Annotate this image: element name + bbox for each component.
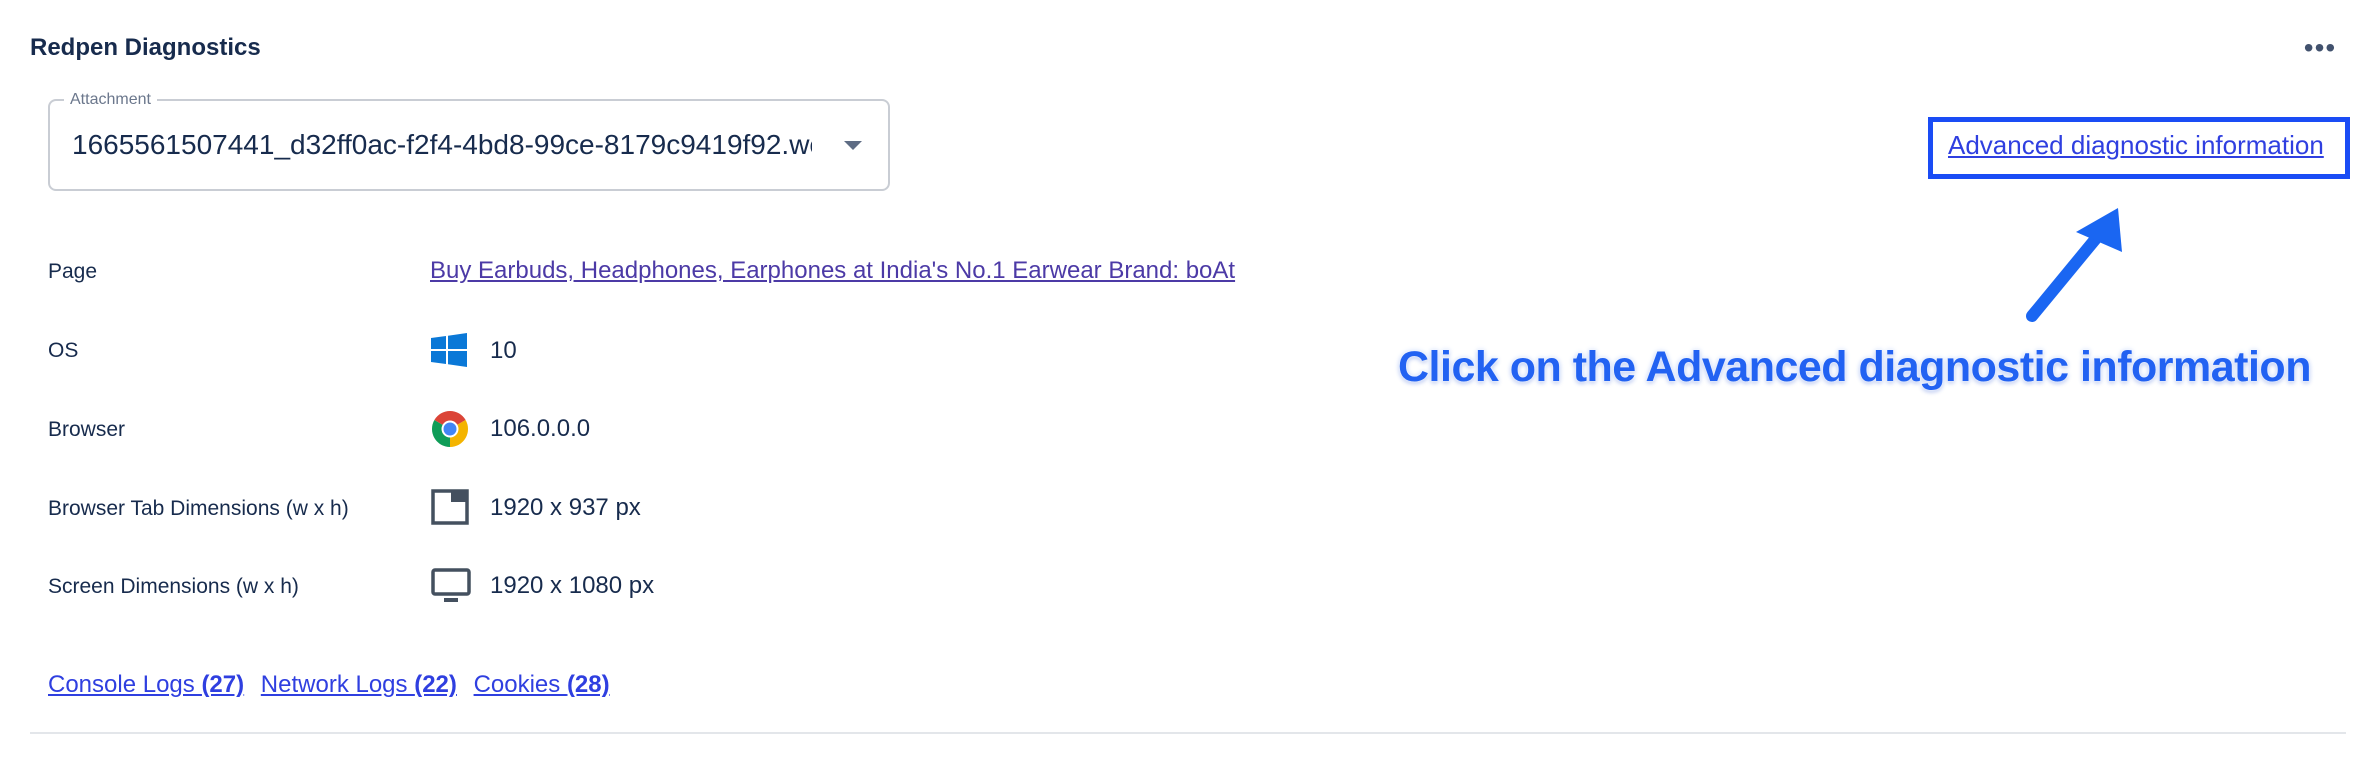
- attachment-select[interactable]: Attachment 1665561507441_d32ff0ac-f2f4-4…: [48, 90, 890, 191]
- attachment-label: Attachment: [64, 90, 157, 110]
- os-label: OS: [48, 339, 79, 362]
- monitor-icon: [431, 568, 471, 602]
- screen-dimensions-label: Screen Dimensions (w x h): [48, 575, 299, 598]
- tab-dimensions-label: Browser Tab Dimensions (w x h): [48, 497, 349, 520]
- browser-value: 106.0.0.0: [490, 415, 591, 442]
- windows-icon: [431, 333, 467, 367]
- console-logs-count: (27): [201, 671, 245, 698]
- network-logs-link[interactable]: Network Logs (22): [261, 671, 457, 698]
- page-label: Page: [48, 260, 98, 283]
- page-link[interactable]: Buy Earbuds, Headphones, Earphones at In…: [430, 257, 1235, 285]
- cookies-link[interactable]: Cookies (28): [474, 671, 610, 698]
- console-logs-link[interactable]: Console Logs (27): [48, 671, 244, 698]
- os-value: 10: [490, 337, 517, 364]
- chrome-icon: [431, 411, 469, 447]
- advanced-diagnostic-link[interactable]: Advanced diagnostic information: [1948, 130, 2324, 161]
- network-logs-count: (22): [414, 671, 457, 698]
- console-logs-label: Console Logs: [48, 671, 202, 698]
- more-options-button[interactable]: •••: [2300, 28, 2340, 68]
- tab-dimensions-value: 1920 x 937 px: [490, 494, 641, 521]
- browser-label: Browser: [48, 418, 126, 441]
- cookies-count: (28): [566, 671, 610, 698]
- diagnostics-panel: Redpen Diagnostics ••• Attachment 166556…: [0, 0, 2380, 784]
- panel-title: Redpen Diagnostics: [30, 34, 261, 61]
- logs-links: Console Logs (27) Network Logs (22) Cook…: [48, 671, 620, 699]
- chevron-down-icon[interactable]: [844, 141, 862, 150]
- divider: [30, 732, 2346, 734]
- attachment-value: 1665561507441_d32ff0ac-f2f4-4bd8-99ce-81…: [72, 129, 812, 160]
- screen-dimensions-value: 1920 x 1080 px: [490, 572, 655, 599]
- cookies-label: Cookies: [473, 671, 567, 698]
- network-logs-label: Network Logs: [260, 671, 415, 698]
- annotation-arrow-icon: [2026, 208, 2122, 322]
- annotation-text: Click on the Advanced diagnostic informa…: [1398, 343, 2311, 391]
- browser-window-icon: [431, 489, 469, 525]
